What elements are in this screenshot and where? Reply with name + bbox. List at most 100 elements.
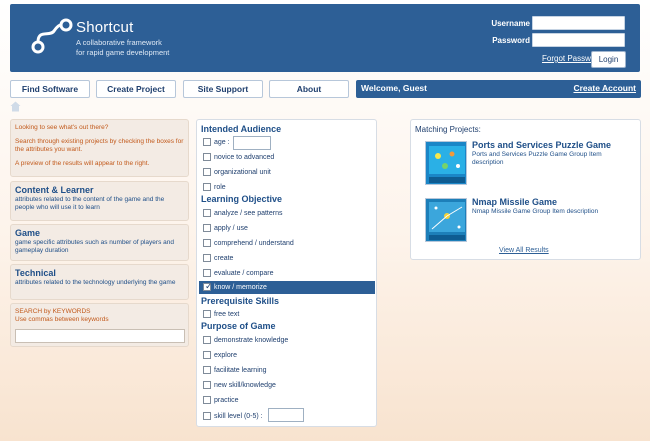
checkbox[interactable] bbox=[203, 168, 211, 176]
option-analyze[interactable]: analyze / see patterns bbox=[201, 208, 375, 219]
option-apply[interactable]: apply / use bbox=[201, 223, 375, 234]
tagline-line: for rapid game development bbox=[76, 48, 170, 57]
create-account-link[interactable]: Create Account bbox=[573, 83, 636, 93]
option-label: age : bbox=[214, 139, 230, 146]
checkbox[interactable] bbox=[203, 254, 211, 262]
option-label: skill level (0-5) : bbox=[214, 413, 263, 420]
option-create[interactable]: create bbox=[201, 253, 375, 264]
option-evaluate[interactable]: evaluate / compare bbox=[201, 268, 375, 279]
checkbox[interactable] bbox=[203, 183, 211, 191]
option-label: evaluate / compare bbox=[214, 270, 274, 277]
password-label: Password bbox=[492, 36, 530, 45]
password-input[interactable] bbox=[532, 33, 625, 47]
checkbox[interactable] bbox=[203, 209, 211, 217]
checkmark-icon: ✓ bbox=[205, 281, 213, 291]
option-label: comprehend / understand bbox=[214, 240, 294, 247]
project-thumbnail[interactable] bbox=[425, 198, 467, 242]
checkbox[interactable] bbox=[203, 239, 211, 247]
intro-body: Search through existing projects by chec… bbox=[15, 138, 184, 153]
category-title[interactable]: Technical bbox=[15, 268, 184, 278]
option-age[interactable]: age : bbox=[201, 137, 375, 148]
view-all-results-link[interactable]: View All Results bbox=[499, 247, 549, 254]
option-role[interactable]: role bbox=[201, 182, 375, 193]
category-technical[interactable]: Technical attributes related to the tech… bbox=[10, 264, 189, 300]
account-bar: Welcome, Guest Create Account bbox=[356, 80, 641, 98]
option-explore[interactable]: explore bbox=[201, 350, 375, 361]
brand-tagline: A collaborative framework for rapid game… bbox=[76, 38, 169, 58]
project-title-link[interactable]: Nmap Missile Game bbox=[472, 197, 557, 207]
age-input[interactable] bbox=[233, 136, 271, 150]
option-know-memorize[interactable]: ✓ know / memorize bbox=[199, 281, 375, 294]
keyword-hint: Use commas between keywords bbox=[15, 316, 109, 323]
checkbox[interactable] bbox=[203, 269, 211, 277]
option-novice-to-advanced[interactable]: novice to advanced bbox=[201, 152, 375, 163]
intro-heading: Looking to see what's out there? bbox=[15, 124, 109, 131]
nav-create-project[interactable]: Create Project bbox=[96, 80, 176, 98]
checkbox[interactable] bbox=[203, 381, 211, 389]
keyword-heading: SEARCH by KEYWORDS bbox=[15, 308, 91, 315]
checkbox[interactable] bbox=[203, 396, 211, 404]
intro-preview: A preview of the results will appear to … bbox=[15, 160, 150, 167]
project-title-link[interactable]: Ports and Services Puzzle Game bbox=[472, 140, 611, 150]
project-description: Ports and Services Puzzle Game Group Ite… bbox=[472, 151, 602, 166]
checkbox[interactable] bbox=[203, 351, 211, 359]
option-new-skill[interactable]: new skill/knowledge bbox=[201, 380, 375, 391]
option-label: apply / use bbox=[214, 225, 248, 232]
nav-site-support[interactable]: Site Support bbox=[183, 80, 263, 98]
section-prerequisite-skills: Prerequisite Skills bbox=[201, 296, 280, 306]
nav-find-software[interactable]: Find Software bbox=[10, 80, 90, 98]
keyword-input[interactable] bbox=[15, 329, 185, 343]
results-title: Matching Projects: bbox=[415, 125, 481, 134]
brand-name[interactable]: Shortcut bbox=[76, 19, 133, 36]
filter-panel: Intended Audience age : novice to advanc… bbox=[196, 119, 377, 427]
category-title[interactable]: Game bbox=[15, 228, 184, 238]
checkbox[interactable] bbox=[203, 310, 211, 318]
tagline-line: A collaborative framework bbox=[76, 38, 162, 47]
project-thumbnail[interactable] bbox=[425, 141, 467, 185]
home-icon[interactable] bbox=[10, 101, 21, 112]
keyword-search-box: SEARCH by KEYWORDS Use commas between ke… bbox=[10, 303, 189, 347]
category-title[interactable]: Content & Learner bbox=[15, 185, 184, 195]
category-game[interactable]: Game game specific attributes such as nu… bbox=[10, 224, 189, 261]
checkbox[interactable] bbox=[203, 224, 211, 232]
checkbox[interactable] bbox=[203, 153, 211, 161]
option-organizational-unit[interactable]: organizational unit bbox=[201, 167, 375, 178]
option-label: analyze / see patterns bbox=[214, 210, 283, 217]
checkbox[interactable] bbox=[203, 412, 211, 420]
skill-level-input[interactable] bbox=[268, 408, 304, 422]
username-input[interactable] bbox=[532, 16, 625, 30]
category-content-learner[interactable]: Content & Learner attributes related to … bbox=[10, 181, 189, 221]
category-desc: attributes related to the technology und… bbox=[15, 279, 176, 286]
intro-box: Looking to see what's out there? Search … bbox=[10, 119, 189, 177]
option-label: new skill/knowledge bbox=[214, 382, 276, 389]
checkbox[interactable] bbox=[203, 336, 211, 344]
option-demonstrate-knowledge[interactable]: demonstrate knowledge bbox=[201, 335, 375, 346]
shortcut-logo-icon[interactable] bbox=[30, 17, 74, 57]
missile-game-thumbnail-icon bbox=[426, 199, 466, 241]
option-label: novice to advanced bbox=[214, 154, 275, 161]
checkbox[interactable] bbox=[203, 366, 211, 374]
checkbox-checked[interactable]: ✓ bbox=[203, 281, 213, 291]
checkbox[interactable] bbox=[203, 138, 211, 146]
site-header: Shortcut A collaborative framework for r… bbox=[10, 4, 640, 72]
option-label: practice bbox=[214, 397, 239, 404]
option-label: organizational unit bbox=[214, 169, 271, 176]
option-practice[interactable]: practice bbox=[201, 395, 375, 406]
option-label: explore bbox=[214, 352, 237, 359]
section-learning-objective: Learning Objective bbox=[201, 194, 283, 204]
nav-about[interactable]: About bbox=[269, 80, 349, 98]
results-panel: Matching Projects: Ports and Services Pu… bbox=[410, 119, 641, 260]
option-label: create bbox=[214, 255, 234, 262]
option-label: demonstrate knowledge bbox=[214, 337, 289, 344]
username-label: Username bbox=[491, 19, 530, 28]
login-button[interactable]: Login bbox=[591, 51, 626, 68]
category-desc: attributes related to the content of the… bbox=[15, 196, 165, 211]
project-description: Nmap Missile Game Group Item description bbox=[472, 208, 599, 215]
category-desc: game specific attributes such as number … bbox=[15, 239, 174, 254]
option-label: role bbox=[214, 184, 226, 191]
option-label: know / memorize bbox=[214, 284, 267, 291]
option-comprehend[interactable]: comprehend / understand bbox=[201, 238, 375, 249]
option-facilitate-learning[interactable]: facilitate learning bbox=[201, 365, 375, 376]
section-intended-audience: Intended Audience bbox=[201, 124, 282, 134]
option-free-text[interactable]: free text bbox=[201, 309, 375, 320]
